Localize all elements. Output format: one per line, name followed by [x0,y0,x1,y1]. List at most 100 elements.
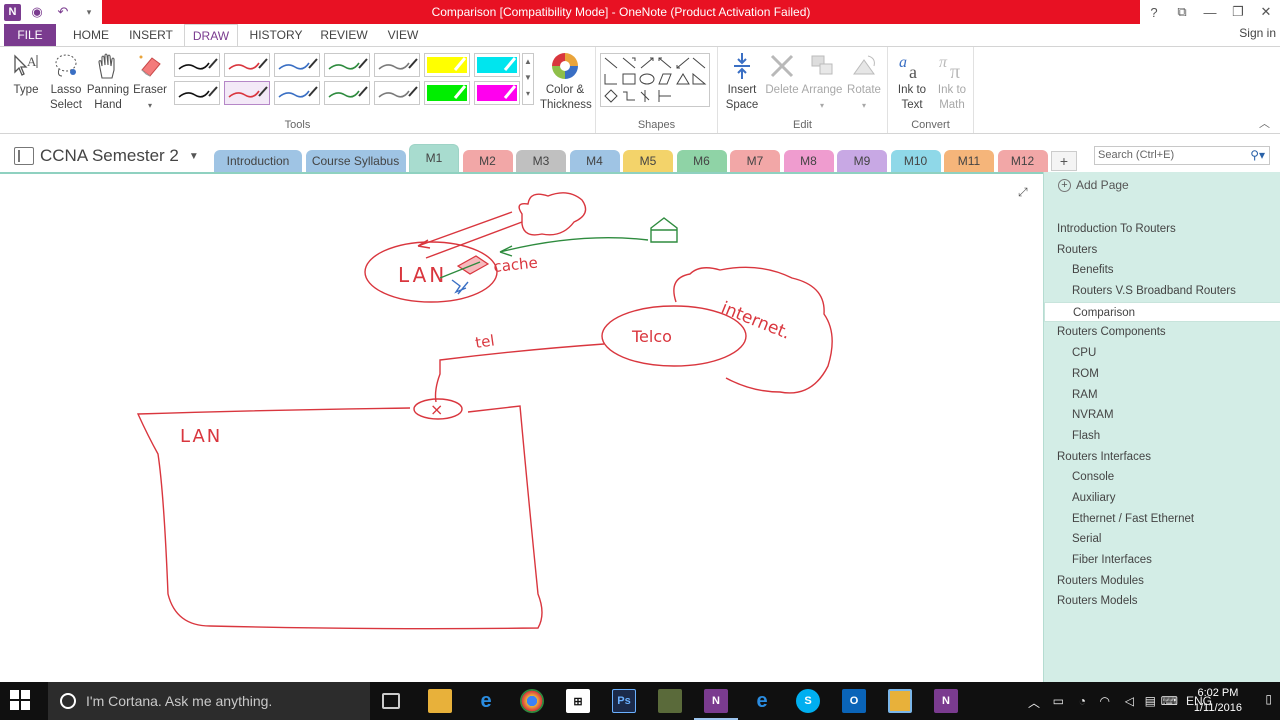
windows-start-icon[interactable] [10,690,40,712]
eraser-dropdown-icon[interactable]: ▾ [128,98,172,113]
tab-section-m5[interactable]: M5 [623,150,673,172]
tab-section-m3[interactable]: M3 [516,150,566,172]
onenote-logo-icon[interactable]: N [4,3,21,21]
page-item[interactable]: Routers Modules [1044,571,1280,592]
tab-section-m6[interactable]: M6 [676,150,727,172]
notebook-selector[interactable]: CCNA Semester 2 ▼ [14,146,199,166]
app-icon[interactable] [658,689,682,713]
chevron-up-icon[interactable]: ︿ [1028,694,1040,711]
action-center-icon[interactable]: ▤ [1145,694,1156,708]
tab-section-m12[interactable]: M12 [997,150,1048,172]
add-section-button[interactable]: + [1051,151,1077,171]
arrange-button[interactable]: Arrange ▾ [800,51,844,113]
page-item[interactable]: Routers [1044,240,1280,261]
pen-swatch[interactable] [174,81,220,105]
tab-section-m9[interactable]: M9 [837,150,887,172]
file-explorer-icon[interactable] [428,689,452,713]
page-item[interactable]: CPU [1044,343,1280,364]
page-item[interactable]: Ethernet / Fast Ethernet [1044,509,1280,530]
panning-hand-button[interactable]: Panning Hand [86,51,130,113]
page-item[interactable]: Console [1044,467,1280,488]
task-view-icon[interactable] [382,693,400,709]
page-item[interactable]: Comparison [1044,301,1280,323]
photoshop-icon[interactable]: Ps [612,689,636,713]
tab-section-m10[interactable]: M10 [890,150,941,172]
page-item[interactable]: Routers Interfaces [1044,447,1280,468]
onenote-taskbar-icon[interactable]: N [694,689,738,720]
tab-draw[interactable]: DRAW [184,24,238,46]
lasso-select-button[interactable]: Lasso Select [44,51,88,113]
page-item[interactable]: NVRAM [1044,405,1280,426]
sign-in-link[interactable]: Sign in [1239,24,1276,42]
pen-swatch[interactable] [274,53,320,77]
store-icon[interactable]: ⊞ [566,689,590,713]
customize-qat-icon[interactable]: ▾ [79,2,99,22]
cortana-search-box[interactable]: I'm Cortana. Ask me anything. [48,682,370,720]
page-item[interactable]: Routers V.S Broadband Routers [1044,281,1280,302]
pen-swatch[interactable] [324,81,370,105]
edge-icon[interactable]: e [474,689,498,713]
collapse-ribbon-icon[interactable]: ︿ [1259,115,1270,131]
search-icon[interactable]: ⚲▾ [1250,147,1265,164]
color-thickness-button[interactable]: Color & Thickness [540,51,592,113]
pen-swatch[interactable] [224,53,270,77]
network-icon[interactable]: ◔ [1079,694,1086,708]
page-item[interactable]: Benefits [1044,260,1280,281]
page-item[interactable]: Routers Models [1044,591,1280,612]
expand-icon[interactable]: ⤢ [1018,185,1028,200]
type-button[interactable]: A Type [4,51,48,98]
pen-swatch[interactable] [324,53,370,77]
pen-gallery-scroll[interactable]: ▲ ▼ ▾ [522,53,534,105]
help-button[interactable]: ? [1140,0,1168,24]
highlighter-swatch[interactable] [424,81,470,105]
pen-swatch[interactable] [374,53,420,77]
tab-section-m1[interactable]: M1 [409,144,459,172]
page-item[interactable]: Auxiliary [1044,488,1280,509]
tab-insert[interactable]: INSERT [122,24,180,46]
tab-file[interactable]: FILE [4,24,56,46]
pen-swatch[interactable] [174,53,220,77]
highlighter-swatch[interactable] [474,53,520,77]
keyboard-icon[interactable]: ⌨ [1161,694,1178,708]
clock[interactable]: 6:02 PM 1/11/2016 [1194,686,1242,716]
ribbon-display-button[interactable]: ⧉ [1168,0,1196,24]
tab-section-m8[interactable]: M8 [783,150,834,172]
app-icon-2[interactable] [888,689,912,713]
page-item[interactable]: ROM [1044,364,1280,385]
restore-button[interactable]: ❐ [1224,0,1252,24]
close-button[interactable]: ✕ [1252,0,1280,24]
tab-section-m11[interactable]: M11 [944,150,994,172]
page-item[interactable]: Flash [1044,426,1280,447]
eraser-button[interactable]: Eraser ▾ [128,51,172,113]
highlighter-swatch[interactable] [424,53,470,77]
tab-view[interactable]: VIEW [380,24,426,46]
tab-review[interactable]: REVIEW [314,24,374,46]
page-canvas[interactable]: LAN cache internet. Telco tel × LAN [0,172,1043,682]
tab-section-m7[interactable]: M7 [730,150,780,172]
wifi-icon[interactable]: ◠ [1100,694,1110,708]
tab-home[interactable]: HOME [62,24,120,46]
undo-icon[interactable]: ↶ [53,2,73,22]
tab-section-m4[interactable]: M4 [569,150,620,172]
back-icon[interactable]: ◉ [27,2,47,22]
search-input[interactable]: Search (Ctrl+E) ⚲▾ [1094,146,1270,165]
tab-section-m2[interactable]: M2 [462,150,513,172]
highlighter-swatch[interactable] [474,81,520,105]
rotate-button[interactable]: Rotate ▾ [842,51,886,113]
tab-section-course-syllabus[interactable]: Course Syllabus [305,150,406,172]
minimize-button[interactable]: — [1196,0,1224,24]
pen-swatch[interactable] [224,81,270,105]
onenote-2016-icon[interactable]: N [934,689,958,713]
page-item[interactable]: Routers Components [1044,322,1280,343]
pen-swatch[interactable] [274,81,320,105]
skype-icon[interactable]: S [796,689,820,713]
pen-swatch[interactable] [374,81,420,105]
shapes-gallery[interactable] [600,53,710,107]
page-item[interactable]: Serial [1044,529,1280,550]
page-item[interactable]: RAM [1044,385,1280,406]
battery-icon[interactable]: ▭ [1053,694,1064,708]
add-page-button[interactable]: + Add Page [1058,178,1129,192]
chrome-icon[interactable] [520,689,544,713]
outlook-icon[interactable]: O [842,689,866,713]
ink-to-text-button[interactable]: aa Ink to Text [890,51,934,113]
